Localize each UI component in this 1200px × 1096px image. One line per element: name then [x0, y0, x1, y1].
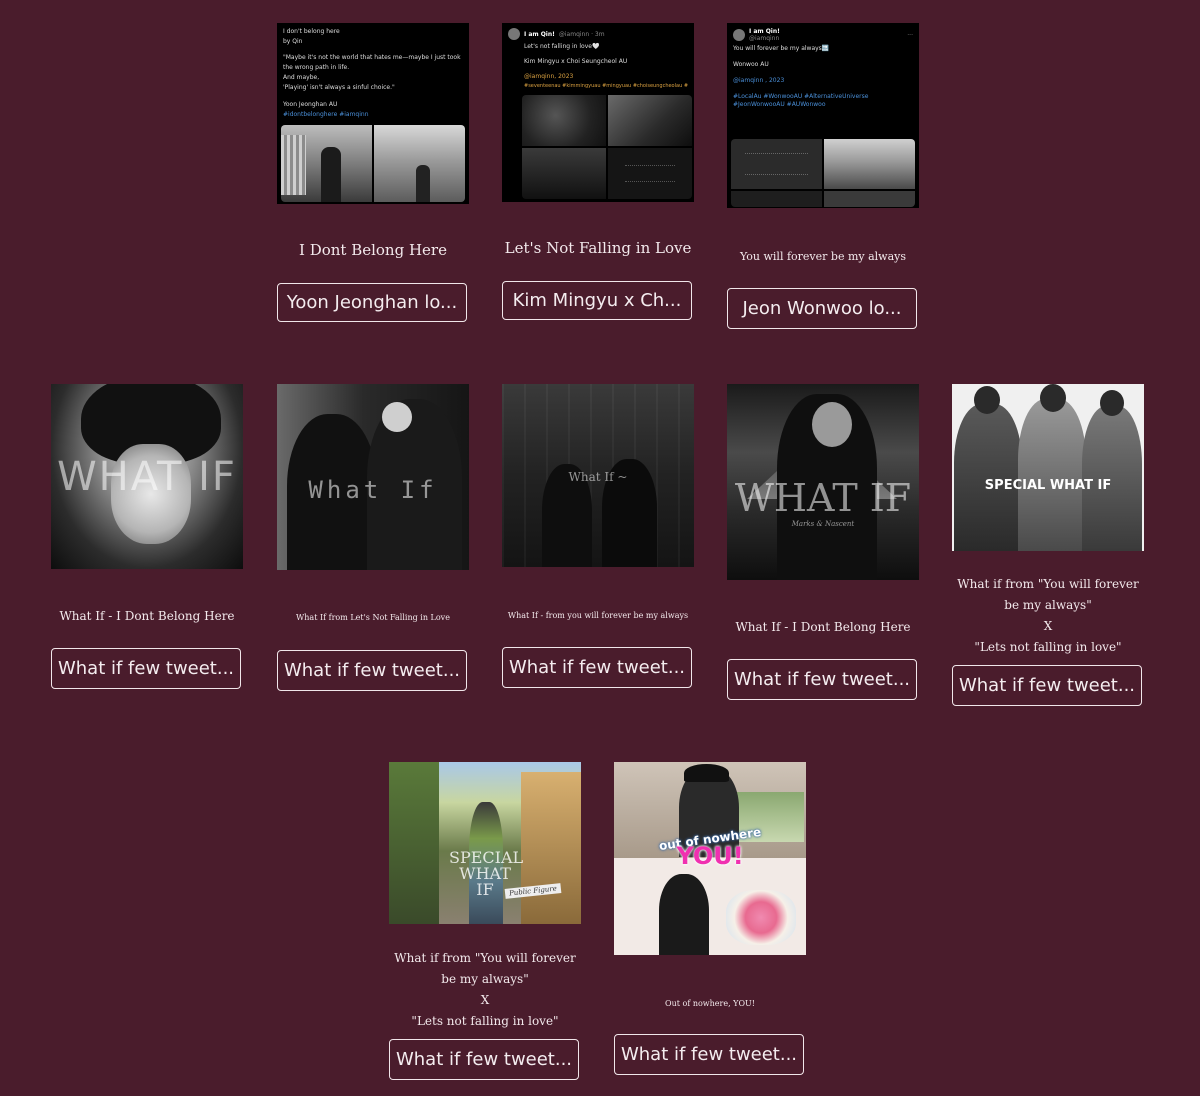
- story-card-9: SPECIAL WHAT IF Public Figure What if fr…: [389, 762, 581, 1080]
- story-title: Let's Not Falling in Love: [504, 239, 692, 257]
- story-title: What If - from you will forever be my al…: [507, 611, 689, 620]
- tweet-line: Wonwoo AU: [733, 61, 769, 69]
- more-options-icon[interactable]: ···: [907, 32, 913, 39]
- story-card-8: SPECIAL WHAT IF What if from "You will f…: [952, 384, 1144, 706]
- cover-overlay-text: SPECIAL WHAT IF: [984, 478, 1112, 493]
- story-card-4: WHAT IF What If - I Dont Belong Here Wha…: [51, 384, 243, 689]
- tweet-author-name: I am Qin!: [749, 28, 780, 35]
- story-cover-image[interactable]: SPECIAL WHAT IF Public Figure: [389, 762, 581, 924]
- story-title: What if from "You will forever be my alw…: [952, 574, 1144, 658]
- tweet-handle: @iamqinn: [749, 35, 780, 42]
- story-title-line: "Lets not falling in love": [974, 640, 1122, 654]
- tweet-photo: [731, 139, 915, 207]
- tweet-header: I am Qin! @iamqinn · 3m: [508, 28, 688, 40]
- tweet-line: the wrong path in life.: [283, 64, 350, 72]
- tweet-hashtags: #LocalAu #WonwooAU #AlternativeUniverse …: [733, 93, 869, 109]
- story-title-line: What if from "You will forever: [394, 951, 576, 965]
- read-story-button[interactable]: Jeon Wonwoo lo...: [727, 288, 917, 329]
- cover-overlay-text: What If ~: [568, 470, 628, 484]
- story-cover-image[interactable]: WHAT IF: [51, 384, 243, 569]
- tweet-line: "Maybe it's not the world that hates me—…: [283, 54, 461, 62]
- tweet-photo: [522, 95, 692, 199]
- story-cover-image[interactable]: WHAT IF Marks & Nascent: [727, 384, 919, 580]
- story-title-line: What if from "You will forever: [957, 577, 1139, 591]
- tweet-line: @iamqinn , 2023: [733, 77, 785, 85]
- story-title: What If - I Dont Belong Here: [735, 620, 911, 634]
- cover-overlay-big-text: YOU!: [676, 842, 744, 870]
- read-story-button[interactable]: Kim Mingyu x Ch...: [502, 281, 692, 320]
- cover-overlay-text: WHAT IF: [57, 454, 237, 500]
- story-title-line: X: [1043, 619, 1053, 633]
- tweet-line: @iamqinn, 2023: [524, 73, 574, 81]
- story-cover-image[interactable]: What If ~: [502, 384, 694, 567]
- story-title: What If from Let's Not Falling in Love: [296, 613, 450, 622]
- story-card-5: What If What If from Let's Not Falling i…: [277, 384, 469, 691]
- story-card-7: WHAT IF Marks & Nascent What If - I Dont…: [727, 384, 919, 700]
- story-title: Out of nowhere, YOU!: [665, 999, 755, 1008]
- tweet-hashtags: #idontbelonghere #iamqinn: [283, 110, 369, 118]
- tweet-author-name: I am Qin!: [524, 30, 555, 38]
- story-title-line: be my always": [1004, 598, 1092, 612]
- story-cover-image[interactable]: I am Qin! @iamqinn ··· You will forever …: [727, 23, 919, 208]
- cover-overlay-text: WHAT IF: [734, 476, 912, 520]
- story-title: What If - I Dont Belong Here: [59, 609, 235, 623]
- story-card-10: out of nowhere YOU! Out of nowhere, YOU!…: [614, 762, 806, 1075]
- story-card-6: What If ~ What If - from you will foreve…: [502, 384, 694, 688]
- story-card-1: I don't belong here by Qin "Maybe it's n…: [277, 23, 469, 322]
- tweet-line: You will forever be my always🔜: [733, 45, 830, 52]
- read-story-button[interactable]: What if few tweet...: [502, 647, 692, 688]
- tweet-header: I am Qin! @iamqinn ···: [733, 28, 913, 42]
- read-story-button[interactable]: What if few tweet...: [277, 650, 467, 691]
- cover-overlay-text: What If: [308, 476, 438, 504]
- story-cover-image[interactable]: out of nowhere YOU!: [614, 762, 806, 955]
- read-story-button[interactable]: What if few tweet...: [389, 1039, 579, 1080]
- story-title: What if from "You will forever be my alw…: [389, 948, 581, 1032]
- tweet-line: 'Playing' isn't always a sinful choice.": [283, 84, 395, 92]
- story-cover-image[interactable]: I am Qin! @iamqinn · 3m Let's not fallin…: [502, 23, 694, 202]
- tweet-line: Let's not falling in love🤍: [524, 43, 600, 50]
- tweet-photo: [281, 125, 465, 202]
- story-title-line: "Lets not falling in love": [411, 1014, 559, 1028]
- story-cover-image[interactable]: SPECIAL WHAT IF: [952, 384, 1144, 551]
- story-title: You will forever be my always: [739, 250, 906, 263]
- story-title: I Dont Belong Here: [299, 241, 447, 259]
- read-story-button[interactable]: Yoon Jeonghan lo...: [277, 283, 467, 322]
- tweet-line: Yoon Jeonghan AU: [283, 100, 338, 108]
- story-cover-image[interactable]: What If: [277, 384, 469, 570]
- avatar: [508, 28, 520, 40]
- story-title-line: be my always": [441, 972, 529, 986]
- avatar: [733, 29, 745, 41]
- tweet-hashtags: #seventeenau #kimmingyuau #mingyuau #cho…: [524, 83, 688, 90]
- read-story-button[interactable]: What if few tweet...: [614, 1034, 804, 1075]
- tweet-line: Kim Mingyu x Choi Seungcheol AU: [524, 58, 628, 66]
- read-story-button[interactable]: What if few tweet...: [727, 659, 917, 700]
- story-cover-image[interactable]: I don't belong here by Qin "Maybe it's n…: [277, 23, 469, 204]
- story-card-3: I am Qin! @iamqinn ··· You will forever …: [727, 23, 919, 329]
- tweet-line: I don't belong here: [283, 28, 340, 35]
- read-story-button[interactable]: What if few tweet...: [51, 648, 241, 689]
- tweet-handle: @iamqinn · 3m: [558, 30, 605, 38]
- tweet-line: And maybe,: [283, 74, 320, 82]
- read-story-button[interactable]: What if few tweet...: [952, 665, 1142, 706]
- story-title-line: X: [480, 993, 490, 1007]
- cover-overlay-subtext: Marks & Nascent: [791, 520, 855, 528]
- story-card-2: I am Qin! @iamqinn · 3m Let's not fallin…: [502, 23, 694, 320]
- tweet-line: by Qin: [283, 38, 303, 46]
